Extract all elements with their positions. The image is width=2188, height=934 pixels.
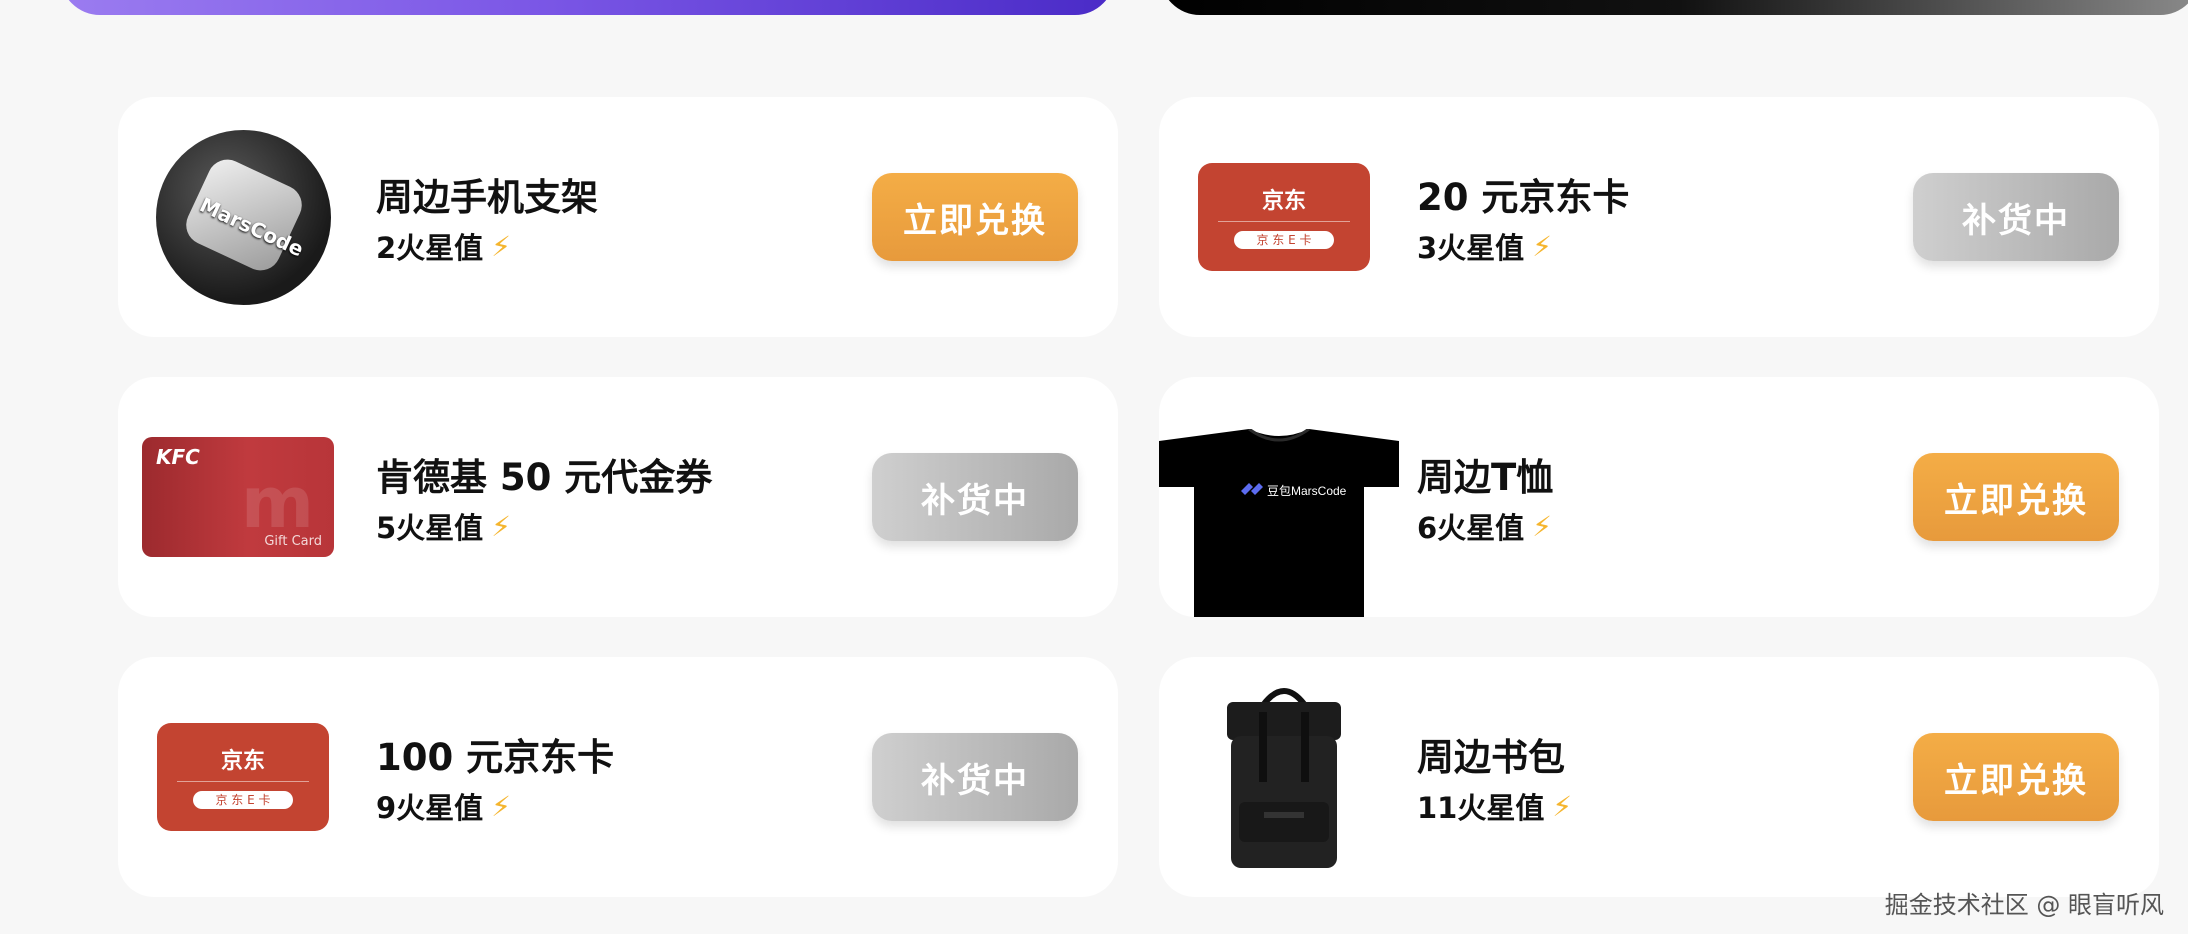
lightning-bolt-icon: ⚡ <box>491 509 511 543</box>
tshirt-thumbnail: 豆包MarsCode <box>1159 377 1409 617</box>
tshirt-print-text: 豆包MarsCode <box>1267 484 1347 498</box>
kfc-gift-card-image: KFC ⅿ Gift Card <box>142 437 334 557</box>
redeem-button[interactable]: 立即兑换 <box>872 173 1078 261</box>
reward-card: MarsCode 周边手机支架 2火星值 ⚡ 立即兑换 <box>118 97 1118 337</box>
reward-cost: 6火星值 ⚡ <box>1417 505 1552 547</box>
lightning-bolt-icon: ⚡ <box>1532 509 1552 543</box>
reward-title: 周边书包 <box>1417 736 1565 779</box>
watermark-text: 掘金技术社区 @ 眼盲听风 <box>1884 891 2164 919</box>
reward-cost-value: 3火星值 <box>1417 231 1525 265</box>
kfc-logo: KFC <box>156 445 200 469</box>
tshirt-image: 豆包MarsCode <box>1159 429 1399 617</box>
reward-card: 豆包MarsCode 周边T恤 6火星值 ⚡ 立即兑换 <box>1159 377 2159 617</box>
reward-cost-value: 11火星值 <box>1417 791 1545 825</box>
top-banner-purple <box>60 0 1115 15</box>
reward-cost: 11火星值 ⚡ <box>1417 785 1572 827</box>
jd-logo: 京东 <box>1261 189 1306 214</box>
jd-ecard-label: 京 东 E 卡 <box>1234 231 1334 249</box>
lightning-bolt-icon: ⚡ <box>491 229 511 263</box>
jd-gift-card-image: 京东 京 东 E 卡 <box>157 723 329 831</box>
lightning-bolt-icon: ⚡ <box>491 789 511 823</box>
restocking-button[interactable]: 补货中 <box>872 733 1078 821</box>
reward-card: 京东 京 东 E 卡 100 元京东卡 9火星值 ⚡ 补货中 <box>118 657 1118 897</box>
phone-stand-thumbnail: MarsCode <box>118 97 368 337</box>
restocking-button[interactable]: 补货中 <box>1913 173 2119 261</box>
reward-title: 肯德基 50 元代金券 <box>376 456 713 499</box>
reward-cost: 5火星值 ⚡ <box>376 505 511 547</box>
marscode-badge-image: MarsCode <box>155 129 331 305</box>
jd-card-thumbnail: 京东 京 东 E 卡 <box>118 657 368 897</box>
jd-card-thumbnail: 京东 京 东 E 卡 <box>1159 97 1409 337</box>
redeem-button[interactable]: 立即兑换 <box>1913 453 2119 541</box>
jd-gift-card-image: 京东 京 东 E 卡 <box>1198 163 1370 271</box>
reward-cost-value: 5火星值 <box>376 511 484 545</box>
reward-card: 周边书包 11火星值 ⚡ 立即兑换 <box>1159 657 2159 897</box>
restocking-button[interactable]: 补货中 <box>872 453 1078 541</box>
reward-cost-value: 9火星值 <box>376 791 484 825</box>
reward-cost: 2火星值 ⚡ <box>376 225 511 267</box>
backpack-thumbnail <box>1159 657 1409 897</box>
reward-card: 京东 京 东 E 卡 20 元京东卡 3火星值 ⚡ 补货中 <box>1159 97 2159 337</box>
reward-cost-value: 2火星值 <box>376 231 484 265</box>
reward-title: 20 元京东卡 <box>1417 176 1630 219</box>
top-banner-dark <box>1160 0 2188 15</box>
lightning-bolt-icon: ⚡ <box>1532 229 1552 263</box>
redeem-button[interactable]: 立即兑换 <box>1913 733 2119 821</box>
reward-title: 周边T恤 <box>1417 456 1554 499</box>
backpack-image <box>1227 688 1341 868</box>
kfc-voucher-thumbnail: KFC ⅿ Gift Card <box>118 377 368 617</box>
gift-card-caption: Gift Card <box>264 534 322 549</box>
reward-title: 100 元京东卡 <box>376 736 615 779</box>
jd-ecard-label: 京 东 E 卡 <box>193 791 293 809</box>
reward-title: 周边手机支架 <box>376 176 598 219</box>
reward-cost: 3火星值 ⚡ <box>1417 225 1552 267</box>
reward-cost-value: 6火星值 <box>1417 511 1525 545</box>
reward-cost: 9火星值 ⚡ <box>376 785 511 827</box>
lightning-bolt-icon: ⚡ <box>1552 789 1573 823</box>
reward-card: KFC ⅿ Gift Card 肯德基 50 元代金券 5火星值 ⚡ 补货中 <box>118 377 1118 617</box>
jd-logo: 京东 <box>220 749 265 774</box>
